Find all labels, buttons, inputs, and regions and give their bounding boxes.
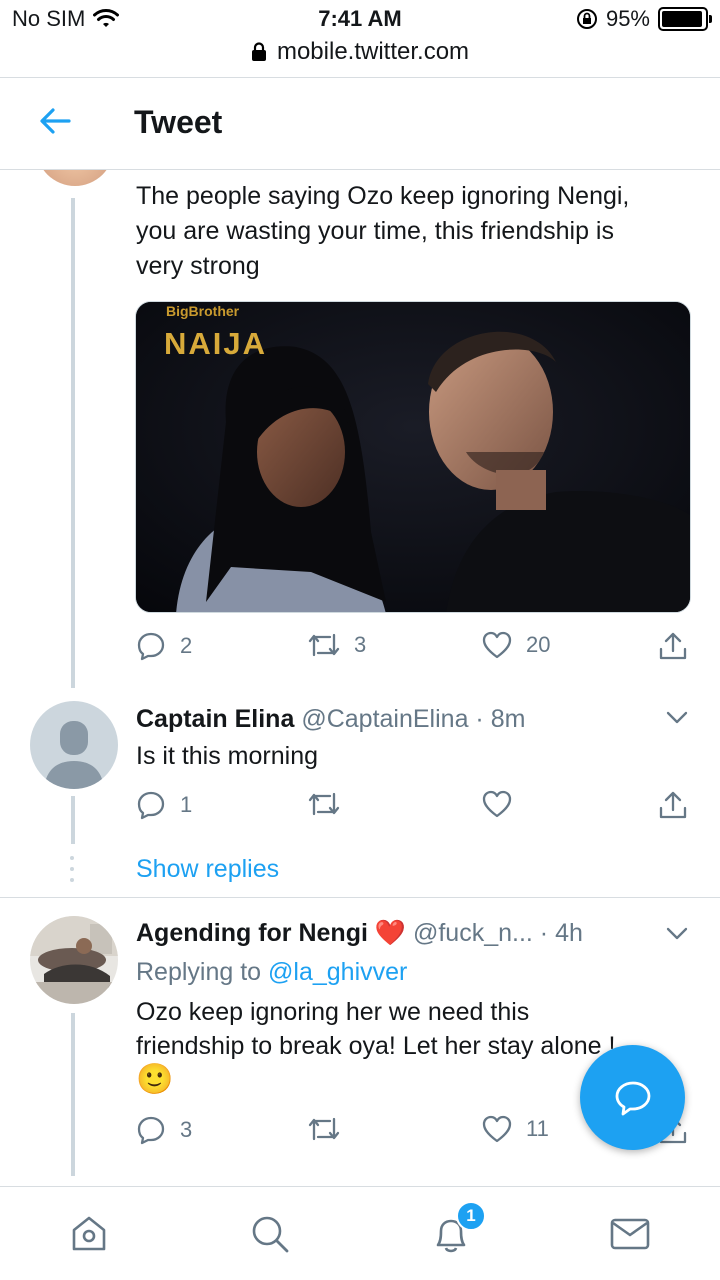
replying-to: Replying to @la_ghivver	[136, 955, 407, 989]
reply-divider	[0, 897, 720, 898]
reply-1-header: Captain Elina @CaptainElina · 8m	[136, 702, 525, 736]
back-arrow-icon[interactable]	[38, 106, 72, 136]
captain-elina-avatar[interactable]	[30, 701, 118, 789]
media-watermark: NAIJA	[164, 326, 267, 361]
battery-icon	[658, 7, 712, 31]
user-handle[interactable]: @CaptainElina	[301, 705, 468, 733]
reply-icon	[137, 632, 165, 661]
replying-prefix: Replying to	[136, 958, 262, 986]
reply-2-text: Ozo keep ignoring her we need this frien…	[136, 995, 615, 1097]
like-count: 20	[526, 632, 551, 657]
lock-icon	[251, 42, 266, 61]
orientation-lock-icon	[576, 9, 597, 29]
tweet-time[interactable]: · 8m	[475, 705, 525, 733]
nav-notifications[interactable]: 1	[430, 1201, 486, 1260]
main-tweet-text: The people saying Ozo keep ignoring Neng…	[136, 179, 629, 284]
reply-2-text-line: Ozo keep ignoring her we need this	[136, 998, 530, 1026]
reply-button[interactable]: 2	[136, 631, 192, 661]
share-button[interactable]	[658, 631, 688, 661]
thread-dots	[70, 856, 74, 889]
tweet-media-image[interactable]: BigBrother NAIJA	[135, 301, 691, 613]
retweet-button[interactable]	[308, 1115, 340, 1143]
bottom-navigation: 1	[0, 1186, 720, 1280]
mail-icon	[610, 1218, 650, 1250]
heart-icon	[482, 790, 512, 818]
retweet-icon	[308, 792, 340, 816]
profile-photo	[30, 916, 118, 1004]
reply-button[interactable]: 1	[136, 790, 192, 820]
nav-home[interactable]	[68, 1213, 110, 1260]
battery-fill	[662, 11, 702, 27]
home-icon	[72, 1216, 106, 1251]
notification-badge: 1	[456, 1201, 486, 1231]
thread-line	[71, 198, 75, 688]
url-text: mobile.twitter.com	[276, 38, 470, 65]
retweet-button[interactable]	[308, 790, 340, 818]
share-button[interactable]	[658, 790, 688, 820]
status-bar: No SIM 7:41 AM 95%	[0, 0, 720, 40]
like-button[interactable]	[482, 790, 512, 818]
reply-2-text-line: friendship to break oya! Let her stay al…	[136, 1032, 616, 1060]
chat-bubble-icon	[615, 1081, 650, 1115]
page-header: Tweet	[0, 78, 720, 170]
smile-emoji: 🙂	[136, 1063, 174, 1096]
chevron-down-icon[interactable]	[666, 711, 688, 725]
user-handle[interactable]: @fuck_n...	[413, 919, 533, 947]
share-icon	[659, 791, 687, 819]
nav-messages[interactable]	[609, 1213, 651, 1260]
like-count: 11	[526, 1116, 549, 1141]
tweet-time[interactable]: · 4h	[540, 919, 583, 947]
reply-1-actions: 1	[136, 790, 692, 826]
user-name[interactable]: Agending for Nengi	[136, 919, 368, 947]
heart-emoji: ❤️	[374, 919, 407, 947]
reply-count: 1	[180, 792, 193, 817]
heart-icon	[482, 631, 512, 659]
main-tweet-actions: 2 3 20	[136, 631, 692, 667]
like-button[interactable]: 11	[482, 1115, 549, 1143]
reply-1-text: Is it this morning	[136, 742, 319, 770]
retweet-icon	[308, 1117, 340, 1141]
media-watermark-top: BigBrother	[166, 303, 240, 319]
address-bar[interactable]: mobile.twitter.com	[0, 38, 720, 66]
media-photo: BigBrother NAIJA	[136, 302, 690, 612]
status-right: 95%	[576, 6, 712, 32]
tweet-thread[interactable]: The people saying Ozo keep ignoring Neng…	[0, 170, 720, 1186]
retweet-button[interactable]: 3	[308, 631, 366, 659]
main-tweet-text-line: The people saying Ozo keep ignoring Neng…	[136, 182, 630, 210]
agending-avatar[interactable]	[30, 916, 118, 1004]
reply-count: 2	[180, 633, 193, 658]
page-title: Tweet	[134, 104, 223, 140]
retweet-icon	[308, 633, 340, 657]
reply-icon	[137, 791, 165, 820]
thread-line	[71, 796, 75, 844]
default-avatar-icon	[30, 701, 118, 789]
retweet-count: 3	[354, 632, 367, 657]
show-replies-link[interactable]: Show replies	[136, 855, 279, 884]
reply-icon	[137, 1116, 165, 1145]
like-button[interactable]: 20	[482, 631, 550, 659]
main-tweet-text-line: you are wasting your time, this friendsh…	[136, 217, 614, 245]
main-tweet-avatar[interactable]	[36, 170, 114, 186]
reply-button[interactable]: 3	[136, 1115, 192, 1145]
main-tweet-text-line: very strong	[136, 252, 260, 280]
battery-percent: 95%	[605, 6, 650, 31]
reply-2-header: Agending for Nengi ❤️ @fuck_n... · 4h	[136, 916, 583, 950]
search-icon	[252, 1216, 289, 1253]
user-name[interactable]: Captain Elina	[136, 705, 294, 733]
reply-count: 3	[180, 1117, 193, 1142]
share-icon	[659, 632, 687, 660]
nav-search[interactable]	[249, 1213, 291, 1260]
thread-line	[71, 1013, 75, 1176]
compose-reply-button[interactable]	[580, 1045, 685, 1150]
chevron-down-icon[interactable]	[666, 927, 688, 941]
replying-to-link[interactable]: @la_ghivver	[268, 958, 407, 986]
heart-icon	[482, 1115, 512, 1143]
